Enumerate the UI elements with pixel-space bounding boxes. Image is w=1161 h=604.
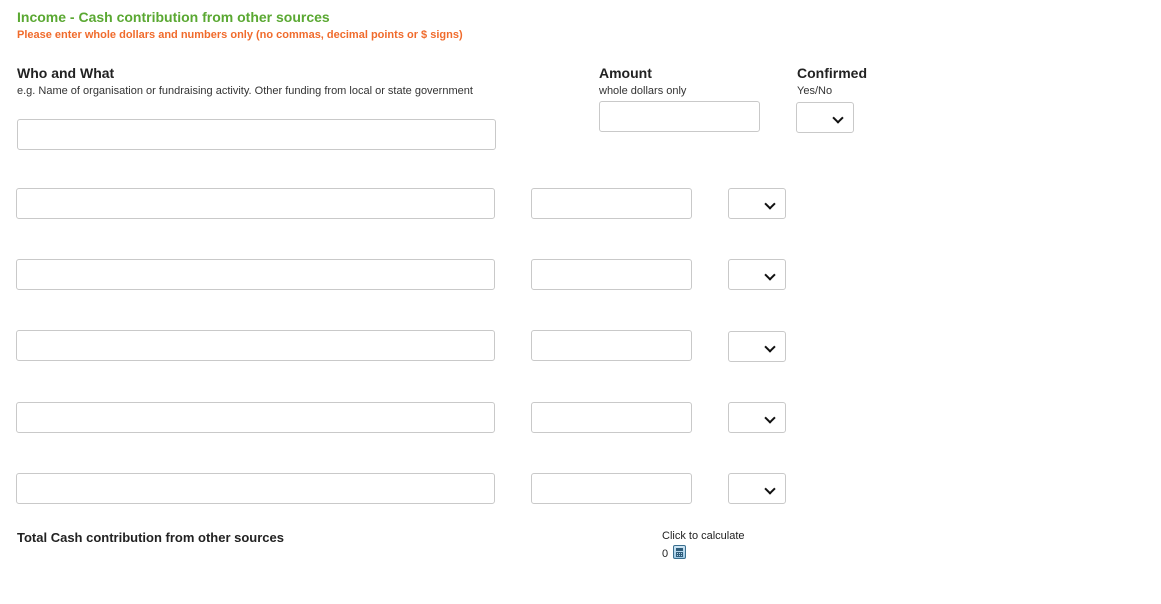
amount-input[interactable]: [531, 259, 692, 290]
total-label: Total Cash contribution from other sourc…: [17, 530, 285, 545]
who-what-input[interactable]: [16, 473, 495, 504]
confirmed-select[interactable]: [728, 188, 786, 219]
section-note: Please enter whole dollars and numbers o…: [17, 29, 463, 41]
chevron-down-icon: [764, 412, 776, 424]
amount-input[interactable]: [531, 330, 692, 361]
amount-heading: Amount: [599, 65, 652, 81]
amount-help: whole dollars only: [599, 85, 687, 97]
calculate-label: Click to calculate: [662, 530, 745, 542]
amount-input[interactable]: [599, 101, 760, 132]
amount-input[interactable]: [531, 188, 692, 219]
who-what-input[interactable]: [16, 188, 495, 219]
amount-input[interactable]: [531, 402, 692, 433]
who-what-input[interactable]: [16, 402, 495, 433]
who-what-input[interactable]: [17, 119, 496, 150]
confirmed-heading: Confirmed: [797, 65, 867, 81]
chevron-down-icon: [764, 269, 776, 281]
amount-input[interactable]: [531, 473, 692, 504]
confirmed-select[interactable]: [728, 259, 786, 290]
confirmed-select[interactable]: [728, 402, 786, 433]
chevron-down-icon: [764, 198, 776, 210]
chevron-down-icon: [764, 341, 776, 353]
chevron-down-icon: [832, 112, 844, 124]
who-what-heading: Who and What: [17, 65, 115, 81]
calculator-icon[interactable]: [673, 545, 686, 559]
section-title: Income - Cash contribution from other so…: [17, 9, 330, 25]
confirmed-select[interactable]: [728, 473, 786, 504]
total-value: 0: [662, 548, 669, 560]
chevron-down-icon: [764, 483, 776, 495]
who-what-help: e.g. Name of organisation or fundraising…: [17, 85, 473, 97]
confirmed-help: Yes/No: [797, 85, 833, 97]
confirmed-select[interactable]: [796, 102, 854, 133]
income-cash-contribution-form: Income - Cash contribution from other so…: [0, 0, 1161, 604]
who-what-input[interactable]: [16, 330, 495, 361]
who-what-input[interactable]: [16, 259, 495, 290]
confirmed-select[interactable]: [728, 331, 786, 362]
